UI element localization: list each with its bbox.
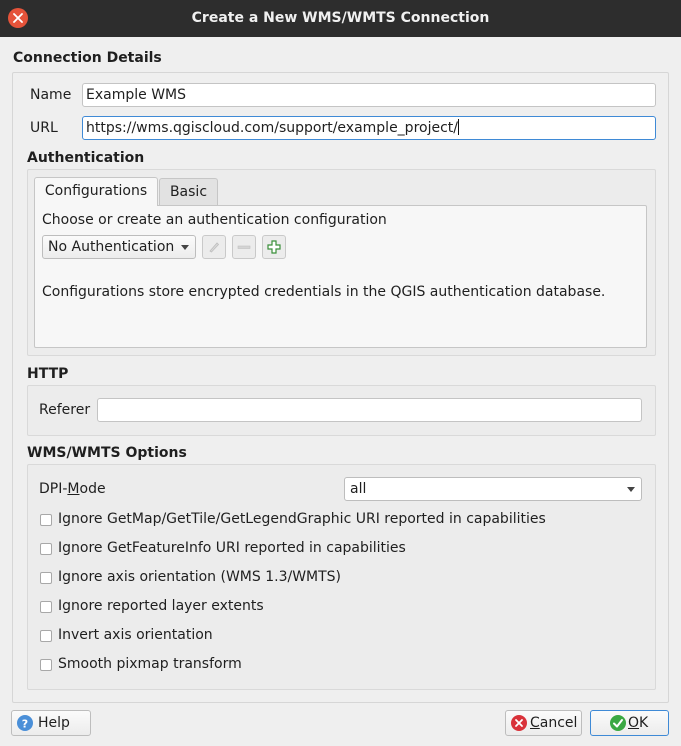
checkbox[interactable] — [40, 514, 52, 526]
name-field[interactable]: Example WMS — [82, 83, 656, 107]
name-label: Name — [30, 87, 72, 103]
add-icon — [267, 240, 281, 254]
checkbox[interactable] — [40, 659, 52, 671]
dpi-mode-value: all — [350, 481, 367, 497]
window-title: Create a New WMS/WMTS Connection — [191, 10, 490, 26]
dpi-mode-label: DPI-Mode — [39, 481, 106, 497]
help-icon: ? — [17, 715, 33, 731]
ok-label: OK — [628, 711, 648, 735]
referer-field[interactable] — [97, 398, 642, 422]
http-title: HTTP — [27, 366, 69, 382]
add-config-button[interactable] — [262, 235, 286, 259]
auth-prompt: Choose or create an authentication confi… — [42, 212, 387, 228]
remove-icon — [237, 245, 251, 249]
cancel-label: Cancel — [530, 711, 577, 735]
checkbox[interactable] — [40, 601, 52, 613]
title-bar: Create a New WMS/WMTS Connection — [0, 0, 681, 37]
url-field[interactable]: https://wms.qgiscloud.com/support/exampl… — [82, 116, 656, 140]
ok-button[interactable]: OK — [590, 710, 669, 736]
checkbox-label: Invert axis orientation — [58, 627, 213, 643]
checkbox-label: Smooth pixmap transform — [58, 656, 242, 672]
cancel-label-rest: ancel — [539, 715, 578, 731]
checkbox-label: Ignore axis orientation (WMS 1.3/WMTS) — [58, 569, 342, 585]
ok-label-rest: K — [639, 715, 649, 731]
url-label: URL — [30, 120, 58, 136]
chevron-down-icon — [627, 487, 635, 492]
cancel-button[interactable]: Cancel — [505, 710, 582, 736]
checkbox[interactable] — [40, 572, 52, 584]
edit-icon — [209, 242, 220, 253]
text-caret — [457, 119, 459, 135]
dpi-label-post: ode — [79, 481, 106, 497]
edit-config-button[interactable] — [202, 235, 226, 259]
checkbox[interactable] — [40, 543, 52, 555]
referer-label: Referer — [39, 402, 91, 418]
dpi-mode-select[interactable]: all — [344, 477, 642, 501]
ok-icon — [610, 715, 626, 731]
checkbox-label: Ignore GetMap/GetTile/GetLegendGraphic U… — [58, 511, 546, 527]
checkbox-label: Ignore reported layer extents — [58, 598, 264, 614]
auth-config-select[interactable]: No Authentication — [42, 235, 196, 259]
connection-details-title: Connection Details — [13, 50, 162, 66]
help-label: Help — [38, 715, 70, 731]
auth-info-text: Configurations store encrypted credentia… — [42, 284, 606, 300]
ok-mnemonic: O — [628, 715, 640, 731]
svg-text:?: ? — [22, 718, 28, 731]
auth-config-value: No Authentication — [48, 239, 175, 255]
tab-configurations[interactable]: Configurations — [34, 177, 158, 206]
tab-basic[interactable]: Basic — [159, 178, 218, 206]
checkbox[interactable] — [40, 630, 52, 642]
cancel-mnemonic: C — [530, 715, 540, 731]
checkbox-label: Ignore GetFeatureInfo URI reported in ca… — [58, 540, 406, 556]
remove-config-button[interactable] — [232, 235, 256, 259]
authentication-title: Authentication — [27, 150, 145, 166]
dpi-label-pre: DPI- — [39, 481, 68, 497]
dpi-label-mnemonic: M — [67, 481, 80, 497]
wms-options-title: WMS/WMTS Options — [27, 445, 187, 461]
url-value: https://wms.qgiscloud.com/support/exampl… — [86, 120, 458, 136]
cancel-icon — [511, 715, 527, 731]
help-button[interactable]: ? Help — [11, 710, 91, 736]
chevron-down-icon — [181, 245, 189, 250]
